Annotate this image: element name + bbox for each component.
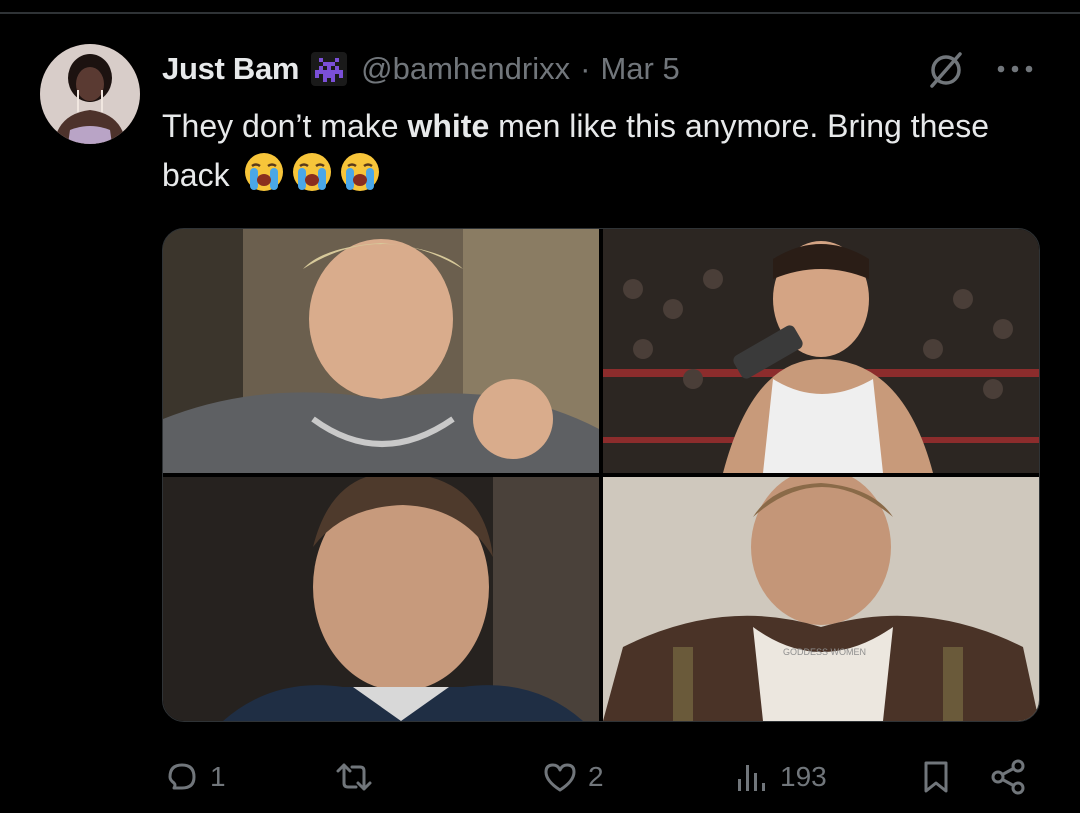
tweet-text-part1: They don’t make bbox=[162, 108, 408, 144]
author-display-name[interactable]: Just Bam bbox=[162, 51, 299, 87]
reply-button[interactable]: 1 bbox=[162, 752, 226, 802]
photo-3[interactable] bbox=[163, 477, 599, 721]
reply-count: 1 bbox=[210, 761, 226, 792]
like-count: 2 bbox=[588, 761, 604, 792]
photo-4[interactable]: GODDESS WOMEN bbox=[603, 477, 1039, 721]
views-button[interactable]: 193 bbox=[732, 752, 827, 802]
tweet-header: Just Bam @bamhendrixx · Mar 5 bbox=[162, 46, 680, 92]
author-avatar[interactable] bbox=[40, 44, 140, 144]
reply-icon bbox=[168, 763, 196, 790]
like-button[interactable]: 2 bbox=[540, 752, 604, 802]
loudly-crying-face-icon bbox=[242, 150, 286, 194]
bookmark-button[interactable] bbox=[916, 752, 956, 802]
loudly-crying-face-icon bbox=[290, 150, 334, 194]
repost-icon bbox=[336, 763, 372, 791]
loudly-crying-face-icon bbox=[338, 150, 382, 194]
photo-2[interactable] bbox=[603, 229, 1039, 473]
share-button[interactable] bbox=[988, 752, 1028, 802]
tweet-text-bold: white bbox=[407, 108, 490, 144]
separator-dot: · bbox=[580, 51, 591, 86]
photo-1[interactable] bbox=[163, 229, 599, 473]
top-divider bbox=[0, 12, 1080, 14]
grok-icon[interactable] bbox=[924, 48, 968, 92]
watermark-text: GODDESS WOMEN bbox=[783, 647, 866, 657]
tweet-date[interactable]: Mar 5 bbox=[600, 51, 679, 87]
bookmark-icon bbox=[924, 761, 948, 793]
author-handle[interactable]: @bamhendrixx bbox=[361, 51, 570, 87]
repost-button[interactable] bbox=[334, 752, 382, 802]
share-icon bbox=[991, 759, 1025, 795]
action-bar: 1 2 193 bbox=[162, 752, 1042, 802]
tweet-text: They don’t make white men like this anym… bbox=[162, 102, 1042, 199]
views-chart-icon bbox=[738, 765, 765, 791]
heart-icon bbox=[544, 763, 576, 792]
media-grid[interactable]: GODDESS WOMEN bbox=[162, 228, 1040, 722]
views-count: 193 bbox=[780, 761, 827, 792]
space-invader-icon bbox=[311, 52, 348, 86]
more-options-icon[interactable] bbox=[994, 58, 1036, 80]
